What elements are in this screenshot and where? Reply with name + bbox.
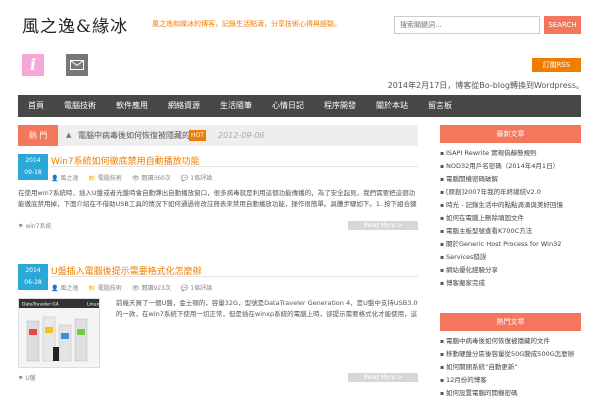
hot-badge: HOT xyxy=(189,130,206,141)
search-input[interactable] xyxy=(394,16,540,34)
post-divider xyxy=(51,166,418,167)
tag-icon: ⚑ xyxy=(18,375,24,382)
post-views: 👁 閱讀923次 xyxy=(131,285,171,292)
post-category[interactable]: 📁 電腦技術 xyxy=(88,173,121,182)
envelope-icon xyxy=(70,60,84,70)
post-excerpt: 在使用win7系統時，插入U盤或者光盤時會自動彈出自動播放窗口，很多病毒就是利用… xyxy=(18,189,417,208)
nav-item-dev[interactable]: 程序開發 xyxy=(314,95,366,117)
post-author[interactable]: 👤 風之逸 xyxy=(51,173,78,182)
main-nav: 首頁 電腦技術 軟件應用 網絡資源 生活隨筆 心情日記 程序開發 關於本站 留言… xyxy=(18,95,581,117)
comment-icon: 💬 xyxy=(180,175,189,182)
announcement-ticker: 2014年2月17日，博客從Bo-blog轉換到Wordpress。 xyxy=(387,81,584,90)
post-divider xyxy=(51,276,418,277)
eye-icon: 👁 xyxy=(131,285,140,292)
list-item[interactable]: Services錯誤 xyxy=(440,251,581,264)
post-item: 2014 09-18 Win7系統如何徹底禁用自動播放功能 👤 風之逸 📁 電腦… xyxy=(18,154,418,236)
folder-icon: 📁 xyxy=(88,285,96,292)
widget-title: 熱門文章 xyxy=(440,313,581,331)
list-item[interactable]: 12月份的博客 xyxy=(440,374,581,387)
hot-post-bar: 熱 門 ▲ 電腦中病毒後如何恢復被隱藏的文件 HOT 2012-09-06 xyxy=(18,125,418,146)
nav-item-tech[interactable]: 電腦技術 xyxy=(54,95,106,117)
post-excerpt: 前幾天買了一個U盤，金士頓的，容量32G，型號是DataTraveler Gen… xyxy=(116,299,418,318)
post-item: 2014 06-28 U盤插入電腦後提示需要格式化怎麼辦 👤 風之逸 📁 電腦技… xyxy=(18,264,418,387)
list-item[interactable]: 電腦中病毒後如何恢復被隱藏的文件 xyxy=(440,335,581,348)
eye-icon: 👁 xyxy=(131,175,140,182)
post-date-year: 2014 xyxy=(25,157,41,164)
list-item[interactable]: 電腦開機密碼破解 xyxy=(440,173,581,186)
post-comments[interactable]: 💬 1條評論 xyxy=(181,173,212,182)
post-meta: 👤 風之逸 📁 電腦技術 👁 閱讀360次 💬 1條評論 xyxy=(51,173,212,182)
usb-drives-image: DataTraveler G4 Linux xyxy=(19,299,99,367)
read-more-button[interactable]: Read More > xyxy=(348,373,418,382)
list-item[interactable]: 博客搬家完成 xyxy=(440,277,581,290)
nav-item-diary[interactable]: 心情日記 xyxy=(262,95,314,117)
thumb-label-left: DataTraveler G4 xyxy=(22,302,59,308)
widget-list: 電腦中病毒後如何恢復被隱藏的文件 移動硬盤分區後容量從50G變成500G怎麼辦 … xyxy=(440,335,581,400)
post-tag[interactable]: ⚑ U盤 xyxy=(18,373,36,382)
user-icon: 👤 xyxy=(51,285,59,292)
nav-item-guestbook[interactable]: 留言板 xyxy=(418,95,462,117)
widget-recent-posts: 最新文章 ISAPI Rewrite 實現偽靜態規則 NOD32用戶名密碼（20… xyxy=(440,125,581,290)
post-date-day: 06-28 xyxy=(24,279,42,286)
list-item[interactable]: 關於Generic Host Process for Win32 xyxy=(440,238,581,251)
triangle-up-icon: ▲ xyxy=(66,131,72,139)
tag-icon: ⚑ xyxy=(18,223,24,230)
list-item[interactable]: 時光 - 記錄生活中的點點滴滴與美好回憶 xyxy=(440,199,581,212)
post-category[interactable]: 📁 電腦技術 xyxy=(88,283,121,292)
post-date-box: 2014 09-18 xyxy=(18,154,48,180)
list-item[interactable]: 電腦主板型號查看K700C方法 xyxy=(440,225,581,238)
list-item[interactable]: [原創]2007年我的年終總結V2.0 xyxy=(440,186,581,199)
site-logo[interactable]: 風之逸&緣冰 xyxy=(22,12,142,38)
post-author[interactable]: 👤 風之逸 xyxy=(51,283,78,292)
nav-item-life[interactable]: 生活隨筆 xyxy=(210,95,262,117)
thumb-label-right: Linux xyxy=(87,302,99,308)
info-icon[interactable]: i xyxy=(22,54,44,76)
hot-post-link[interactable]: 電腦中病毒後如何恢復被隱藏的文件 xyxy=(78,125,206,146)
post-tag[interactable]: ⚑ win7系統 xyxy=(18,221,52,230)
post-date-box: 2014 06-28 xyxy=(18,264,48,290)
post-comments[interactable]: 💬 1條評論 xyxy=(181,283,212,292)
list-item[interactable]: ISAPI Rewrite 實現偽靜態規則 xyxy=(440,147,581,160)
list-item[interactable]: 如何在電腦上刪除頑固文件 xyxy=(440,212,581,225)
list-item[interactable]: NOD32用戶名密碼（2014年4月1日） xyxy=(440,160,581,173)
post-thumbnail[interactable]: DataTraveler G4 Linux xyxy=(18,298,100,368)
post-date-day: 09-18 xyxy=(24,169,42,176)
site-slogan: 風之逸和緣冰的博客，記錄生活點滴，分享技術心得與經驗。 xyxy=(152,20,341,28)
post-meta: 👤 風之逸 📁 電腦技術 👁 閱讀923次 💬 1條評論 xyxy=(51,283,212,292)
list-item[interactable]: 網站優化經驗分享 xyxy=(440,264,581,277)
hot-label: 熱 門 xyxy=(18,125,58,146)
hot-post-date: 2012-09-06 xyxy=(218,131,265,140)
read-more-button[interactable]: Read More > xyxy=(348,221,418,230)
widget-popular-posts: 熱門文章 電腦中病毒後如何恢復被隱藏的文件 移動硬盤分區後容量從50G變成500… xyxy=(440,313,581,400)
list-item[interactable]: 移動硬盤分區後容量從50G變成500G怎麼辦 xyxy=(440,348,581,361)
user-icon: 👤 xyxy=(51,175,59,182)
search-button[interactable]: SEARCH xyxy=(544,16,581,34)
post-views: 👁 閱讀360次 xyxy=(131,175,171,182)
nav-item-about[interactable]: 關於本站 xyxy=(366,95,418,117)
nav-item-home[interactable]: 首頁 xyxy=(18,95,54,117)
mail-icon[interactable] xyxy=(66,54,88,76)
post-date-year: 2014 xyxy=(25,267,41,274)
comment-icon: 💬 xyxy=(180,285,189,292)
nav-item-software[interactable]: 軟件應用 xyxy=(106,95,158,117)
list-item[interactable]: 如何設置電腦的開機密碼 xyxy=(440,387,581,400)
rss-subscribe-button[interactable]: 訂閱RSS xyxy=(532,58,581,72)
nav-item-resources[interactable]: 網絡資源 xyxy=(158,95,210,117)
widget-title: 最新文章 xyxy=(440,125,581,143)
folder-icon: 📁 xyxy=(88,175,96,182)
widget-list: ISAPI Rewrite 實現偽靜態規則 NOD32用戶名密碼（2014年4月… xyxy=(440,147,581,290)
list-item[interactable]: 如何關閉系統“自動更新” xyxy=(440,361,581,374)
